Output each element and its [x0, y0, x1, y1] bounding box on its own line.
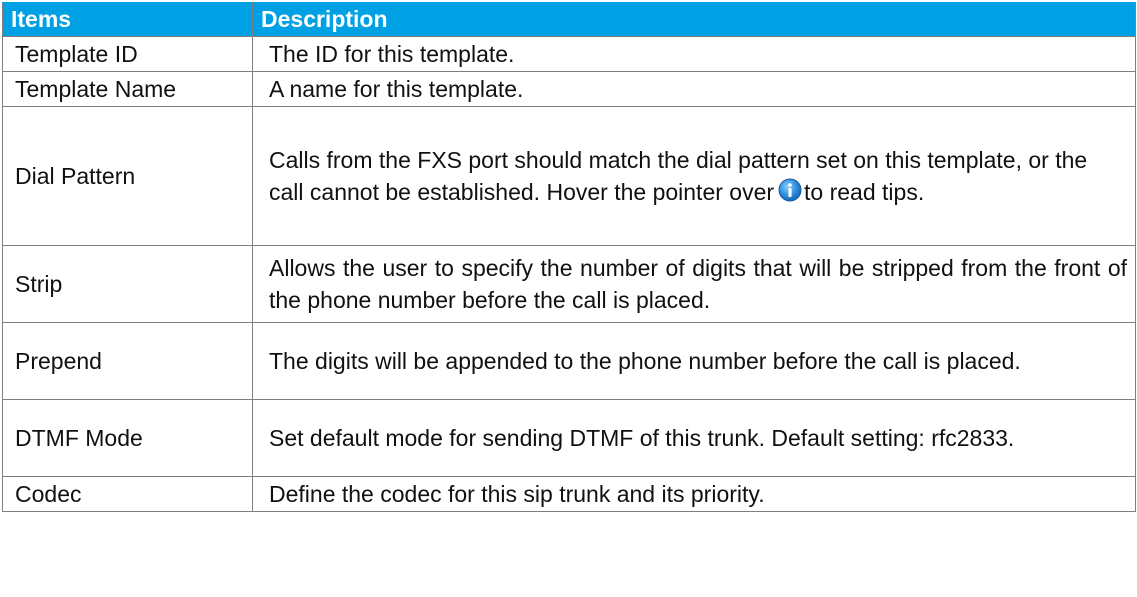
description-cell: Calls from the FXS port should match the… [252, 106, 1136, 246]
description-cell: Define the codec for this sip trunk and … [252, 476, 1136, 512]
table-header: Items Description [2, 2, 1136, 37]
items-description-table: Items Description Template ID The ID for… [2, 2, 1136, 512]
item-cell: DTMF Mode [2, 399, 253, 477]
item-cell: Template Name [2, 71, 253, 107]
description-cell: The ID for this template. [252, 36, 1136, 72]
table-row: Strip Allows the user to specify the num… [2, 245, 1136, 323]
table-header-row: Items Description [2, 2, 1136, 37]
info-icon[interactable] [778, 178, 802, 202]
description-cell: Set default mode for sending DTMF of thi… [252, 399, 1136, 477]
description-text: Calls from the FXS port should match the… [269, 147, 1088, 205]
table-row: Codec Define the codec for this sip trun… [2, 476, 1136, 512]
item-cell: Strip [2, 245, 253, 323]
item-cell: Codec [2, 476, 253, 512]
item-cell: Template ID [2, 36, 253, 72]
header-items: Items [2, 2, 253, 37]
description-cell: A name for this template. [252, 71, 1136, 107]
table-body: Template ID The ID for this template. Te… [2, 36, 1136, 512]
item-cell: Prepend [2, 322, 253, 400]
table-row: Template ID The ID for this template. [2, 36, 1136, 72]
table-row: Prepend The digits will be appended to t… [2, 322, 1136, 400]
item-cell: Dial Pattern [2, 106, 253, 246]
table-row: Dial Pattern Calls from the FXS port sho… [2, 106, 1136, 246]
table-row: Template Name A name for this template. [2, 71, 1136, 107]
description-text-tail: to read tips. [804, 179, 925, 205]
description-cell: Allows the user to specify the number of… [252, 245, 1136, 323]
header-description: Description [252, 2, 1136, 37]
table-row: DTMF Mode Set default mode for sending D… [2, 399, 1136, 477]
description-cell: The digits will be appended to the phone… [252, 322, 1136, 400]
